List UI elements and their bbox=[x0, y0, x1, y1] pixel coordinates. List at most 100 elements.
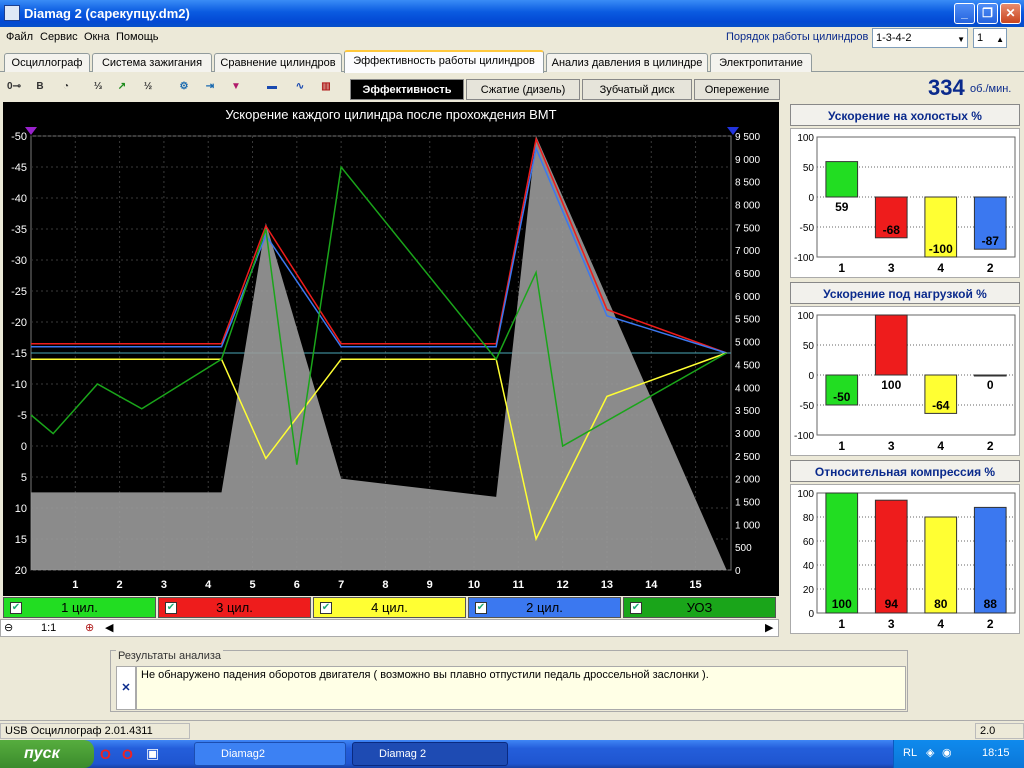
rpm-unit: об./мин. bbox=[970, 83, 1012, 95]
subtab-efficiency[interactable]: Эффективность bbox=[350, 79, 464, 100]
bar bbox=[825, 161, 859, 198]
volume-icon[interactable]: ◉ bbox=[942, 746, 952, 759]
menu-file[interactable]: Файл bbox=[6, 31, 33, 43]
taskbar-item-diamag2[interactable]: Diamag2 bbox=[194, 742, 346, 766]
menu-help[interactable]: Помощь bbox=[116, 31, 159, 43]
channel-4-toggle[interactable]: ✔ 4 цил. bbox=[313, 597, 466, 618]
tab-power-supply[interactable]: Электропитание bbox=[710, 53, 812, 72]
channel-3-toggle[interactable]: ✔ 3 цил. bbox=[158, 597, 311, 618]
tab-cylinder-efficiency[interactable]: Эффективность работы цилиндров bbox=[344, 50, 544, 73]
tab-cylinder-pressure[interactable]: Анализ давления в цилиндре bbox=[546, 53, 708, 72]
y-tick-label: -100 bbox=[794, 431, 814, 442]
number-order-icon[interactable]: ⅓ bbox=[88, 77, 108, 97]
compression-panel: Относительная компрессия % 100 80 60 40 20 0 1… bbox=[788, 460, 1022, 634]
title-bar: Diamag 2 (сарекупцу.dm2) _ ❐ ✕ bbox=[0, 0, 1024, 27]
firing-order-select[interactable]: 1-3-4-2 ▼ bbox=[872, 28, 968, 48]
bar bbox=[973, 374, 1007, 377]
load-accel-title: Ускорение под нагрузкой % bbox=[790, 282, 1020, 304]
tab-ignition[interactable]: Система зажигания bbox=[92, 53, 212, 72]
menu-windows[interactable]: Окна bbox=[84, 31, 110, 43]
x-tick-label: 10 bbox=[468, 579, 480, 591]
analysis-results: Результаты анализа ✕ Не обнаружено паден… bbox=[110, 650, 908, 712]
channel-2-toggle[interactable]: ✔ 2 цил. bbox=[468, 597, 621, 618]
save-icon[interactable]: ▣ bbox=[146, 745, 159, 762]
right-tick-label: 8 000 bbox=[735, 201, 760, 212]
cylinder-gauge-icon[interactable]: ▥ bbox=[316, 77, 336, 97]
right-tick-label: 3 000 bbox=[735, 429, 760, 440]
left-tick-label: -35 bbox=[11, 224, 27, 236]
tab-cylinder-compare[interactable]: Сравнение цилиндров bbox=[214, 53, 342, 72]
tab-oscilloscope[interactable]: Осциллограф bbox=[4, 53, 90, 72]
x-tick-label: 14 bbox=[645, 579, 658, 591]
y-tick-label: 50 bbox=[803, 163, 815, 174]
subtab-gear-disk[interactable]: Зубчатый диск bbox=[582, 79, 692, 100]
bar-value-label: 100 bbox=[832, 597, 852, 611]
rpm-value: 334 bbox=[928, 75, 965, 100]
menu-service[interactable]: Сервис bbox=[40, 31, 78, 43]
bar-value-label: 100 bbox=[881, 378, 901, 392]
network-icon[interactable]: ◈ bbox=[926, 746, 934, 759]
scroll-left-icon[interactable]: ◀ bbox=[105, 621, 113, 634]
channel-label: 3 цил. bbox=[216, 600, 253, 615]
opera-icon[interactable]: O bbox=[100, 746, 111, 762]
compression-title: Относительная компрессия % bbox=[790, 460, 1020, 482]
settings-icon[interactable]: ⚙ bbox=[174, 77, 194, 97]
category-label: 3 bbox=[888, 439, 895, 453]
firing-order-value: 1-3-4-2 bbox=[876, 32, 912, 44]
bar-value-label: -50 bbox=[833, 390, 851, 404]
subtab-compression[interactable]: Сжатие (дизель) bbox=[466, 79, 580, 100]
x-tick-label: 13 bbox=[601, 579, 613, 591]
taskbar-item-label: Diamag2 bbox=[221, 748, 266, 760]
zoom-level: 1:1 bbox=[41, 622, 57, 634]
language-indicator[interactable]: RL bbox=[903, 747, 917, 759]
channel-uoz-toggle[interactable]: ✔ УОЗ bbox=[623, 597, 776, 618]
channel-legend: ✔ 1 цил. ✔ 3 цил. ✔ 4 цил. ✔ 2 цил. ✔ УОЗ bbox=[3, 597, 779, 618]
cylinder-spinner[interactable]: 1 ▲ bbox=[973, 28, 1007, 48]
main-chart[interactable]: Ускорение каждого цилиндра после прохожд… bbox=[3, 102, 779, 596]
category-label: 1 bbox=[838, 617, 845, 631]
x-tick-label: 2 bbox=[117, 579, 123, 591]
start-button[interactable]: пуск bbox=[0, 740, 94, 768]
cars-icon[interactable]: ▬ bbox=[262, 77, 282, 97]
trend-icon[interactable]: ↗ bbox=[112, 77, 132, 97]
app-icon bbox=[4, 5, 20, 21]
x-tick-label: 4 bbox=[205, 579, 212, 591]
left-tick-label: 15 bbox=[15, 534, 27, 546]
maximize-button[interactable]: ❐ bbox=[977, 3, 998, 24]
spinner-arrows-icon: ▲ bbox=[996, 35, 1004, 44]
right-tick-label: 9 500 bbox=[735, 132, 760, 143]
graph-icon[interactable]: ∿ bbox=[290, 77, 310, 97]
opera-icon[interactable]: O bbox=[122, 746, 133, 762]
left-tick-label: 5 bbox=[21, 472, 27, 484]
taskbar-item-diamag-2[interactable]: Diamag 2 bbox=[352, 742, 508, 766]
algorithm-icon[interactable]: ½ bbox=[138, 77, 158, 97]
right-tick-label: 7 500 bbox=[735, 223, 760, 234]
oscilloscope-icon[interactable]: 0⊸ bbox=[4, 77, 24, 97]
zoom-out-icon[interactable]: ⊖ bbox=[4, 621, 13, 634]
category-label: 1 bbox=[838, 261, 845, 275]
bar-value-label: 88 bbox=[984, 597, 998, 611]
scroll-right-icon[interactable]: ▶ bbox=[765, 621, 773, 634]
system-tray: RL ◈ ◉ 18:15 bbox=[893, 740, 1024, 768]
channel-1-toggle[interactable]: ✔ 1 цил. bbox=[3, 597, 156, 618]
category-label: 2 bbox=[987, 261, 994, 275]
bar-value-label: 59 bbox=[835, 200, 849, 214]
y-tick-label: -50 bbox=[800, 401, 815, 412]
bar-value-label: -64 bbox=[932, 398, 950, 412]
rpm-icon[interactable]: ◔ bbox=[56, 77, 76, 97]
close-button[interactable]: ✕ bbox=[1000, 3, 1021, 24]
filter-icon[interactable]: ▼ bbox=[226, 77, 246, 97]
zoom-in-icon[interactable]: ⊕ bbox=[85, 621, 94, 634]
bold-icon[interactable]: B bbox=[30, 77, 50, 97]
y-tick-label: 0 bbox=[808, 193, 814, 204]
y-tick-label: -50 bbox=[800, 223, 815, 234]
subtab-advance[interactable]: Опережение bbox=[694, 79, 780, 100]
compression-chart: 100 80 60 40 20 0 100 1 94 3 80 4 88 2 bbox=[797, 489, 1016, 631]
right-tick-label: 4 000 bbox=[735, 383, 760, 394]
export-icon[interactable]: ⇥ bbox=[200, 77, 220, 97]
channel-label: УОЗ bbox=[686, 600, 713, 615]
close-icon[interactable]: ✕ bbox=[116, 666, 136, 710]
right-tick-label: 2 000 bbox=[735, 475, 760, 486]
y-tick-label: 100 bbox=[797, 489, 814, 500]
minimize-button[interactable]: _ bbox=[954, 3, 975, 24]
